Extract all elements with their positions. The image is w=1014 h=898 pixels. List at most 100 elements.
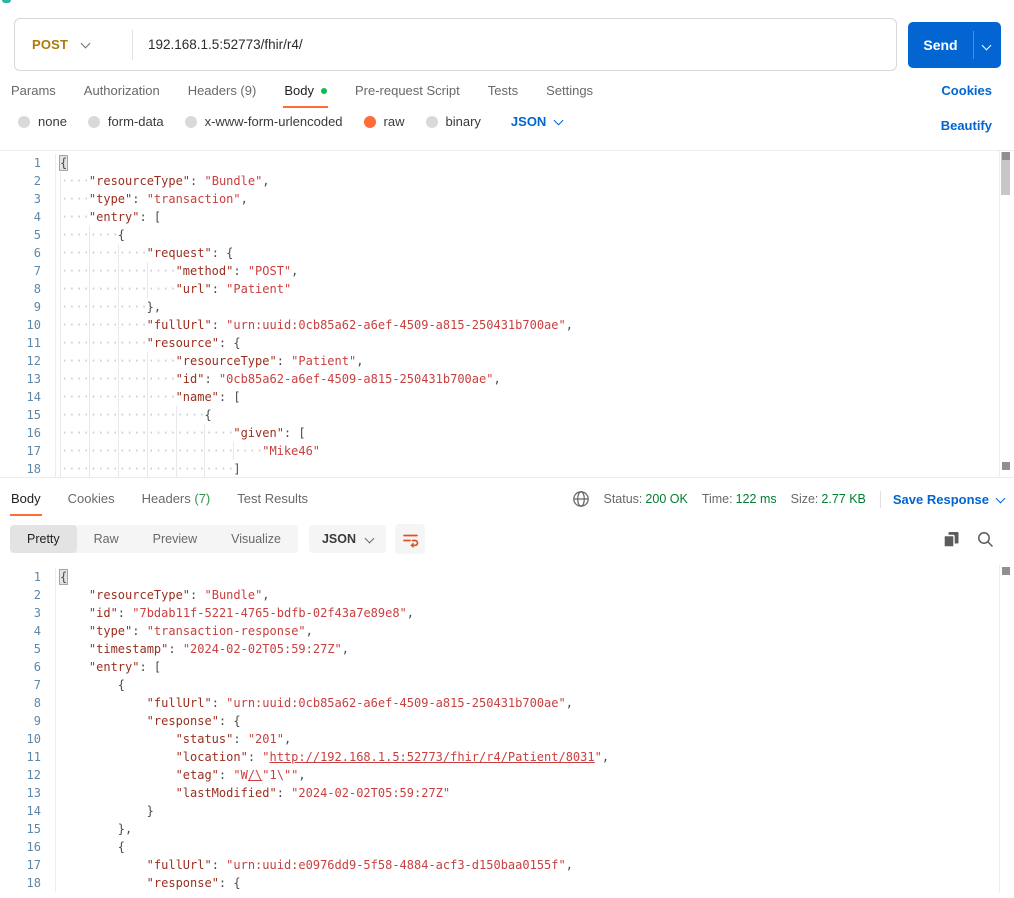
response-tab-test-results[interactable]: Test Results (236, 489, 309, 516)
code-token: "Patient" (226, 282, 292, 296)
line-number: 18 (0, 460, 56, 477)
tab-count: (7) (190, 491, 211, 506)
save-response-button[interactable]: Save Response (893, 492, 1006, 507)
line-number: 7 (0, 676, 56, 694)
response-link[interactable]: http://192.168.1.5:52773/fhir/r4/Patient… (270, 750, 595, 764)
code-token: { (58, 569, 69, 585)
tab-label: Authorization (83, 83, 160, 98)
code-token: "fullUrl" (146, 318, 212, 332)
code-token: "request" (146, 246, 212, 260)
response-editor-scrollbar[interactable] (999, 565, 1011, 893)
code-token: "POST" (247, 264, 292, 278)
code-token: }, (117, 822, 133, 836)
code-token: "name" (175, 390, 219, 404)
tab-authorization[interactable]: Authorization (83, 81, 161, 108)
response-tab-headers[interactable]: Headers (7) (141, 489, 212, 516)
code-token: "timestamp" (88, 642, 169, 656)
line-number: 8 (0, 280, 56, 298)
indent-guide: ···· (88, 280, 119, 298)
line-number: 2 (0, 586, 56, 604)
method-label: POST (32, 37, 69, 52)
code-token: : (276, 354, 292, 368)
code-token: : (218, 336, 234, 350)
view-tab-preview[interactable]: Preview (136, 525, 214, 553)
line-number: 13 (0, 370, 56, 388)
code-content: "etag": "W/\"1\"", (56, 766, 306, 784)
code-token: : (218, 714, 234, 728)
indent-guide: ···· (88, 316, 119, 334)
globe-icon[interactable] (572, 490, 590, 508)
code-token: : (211, 318, 227, 332)
code-token: { (226, 246, 234, 260)
copy-icon[interactable] (943, 531, 960, 548)
line-number: 9 (0, 298, 56, 316)
method-dropdown[interactable]: POST (15, 37, 130, 52)
url-input[interactable]: 192.168.1.5:52773/fhir/r4/ (135, 37, 303, 52)
response-link[interactable]: /\ (248, 768, 262, 782)
tab-params[interactable]: Params (10, 81, 57, 108)
indent-guide: ···· (88, 424, 119, 442)
line-number: 16 (0, 838, 56, 856)
indent-guide: ···· (88, 460, 119, 477)
response-body-editor[interactable]: 1{2 "resourceType": "Bundle", 3 "id": "7bda… (0, 564, 1014, 898)
code-content: "status": "201", (56, 730, 292, 748)
cookies-link[interactable]: Cookies (941, 83, 992, 98)
code-line: 18 ························] (0, 460, 1014, 477)
view-tab-visualize[interactable]: Visualize (214, 525, 298, 553)
indent-guide: ···· (117, 370, 148, 388)
code-token: : (276, 786, 292, 800)
radio-icon (425, 115, 438, 128)
indent-guide: ···· (60, 460, 90, 477)
line-number: 11 (0, 334, 56, 352)
code-token: , (565, 696, 573, 710)
request-body-editor[interactable]: 1{2 ····"resourceType": "Bundle", 3 ····"ty… (0, 150, 1014, 478)
response-meta: Status: 200 OK Time: 122 ms Size: 2.77 KB S… (572, 490, 1006, 508)
code-content: ············"fullUrl": "urn:uuid:0cb85a6… (56, 316, 573, 334)
request-format-dropdown[interactable]: JSON (511, 114, 564, 129)
code-line: 16 ························"given": [ (0, 424, 1014, 442)
search-icon[interactable] (977, 531, 994, 548)
code-content: ············}, (56, 298, 161, 316)
code-token: "urn:uuid:0cb85a62-a6ef-4509-a815-250431… (226, 318, 566, 332)
code-token: { (233, 714, 241, 728)
body-mode-binary[interactable]: binary (425, 114, 481, 129)
tab-tests[interactable]: Tests (487, 81, 519, 108)
code-token: "Bundle" (204, 588, 263, 602)
code-token: "resourceType" (88, 174, 191, 188)
code-token: "id" (175, 372, 205, 386)
send-dropdown-icon[interactable] (981, 40, 992, 50)
send-button[interactable]: Send (908, 22, 1001, 68)
code-content: "id": "7bdab11f-5221-4765-bdfb-02f43a7e8… (56, 604, 414, 622)
body-mode-form-data[interactable]: form-data (87, 114, 164, 129)
body-mode-none[interactable]: none (18, 114, 67, 129)
indent-guide: ···· (117, 316, 148, 334)
tab-pre-request-script[interactable]: Pre-request Script (354, 81, 461, 108)
response-format-dropdown[interactable]: JSON (308, 525, 386, 553)
body-mode-raw[interactable]: raw (363, 114, 405, 129)
tab-label: Cookies (67, 491, 115, 506)
tab-headers-9[interactable]: Headers (9) (187, 81, 258, 108)
response-tab-cookies[interactable]: Cookies (67, 489, 116, 516)
response-tabs: Body Cookies Headers (7) Test Results (10, 489, 309, 516)
body-mode-row: none form-data x-www-form-urlencoded raw bin… (18, 114, 564, 129)
line-number: 17 (0, 856, 56, 874)
request-editor-scrollbar[interactable] (999, 151, 1011, 477)
body-mode-x-www-form-urlencoded[interactable]: x-www-form-urlencoded (184, 114, 343, 129)
code-token: "0cb85a62-a6ef-4509-a815-250431b700ae" (218, 372, 494, 386)
tab-body[interactable]: Body (283, 81, 328, 108)
code-token: , (262, 174, 270, 188)
tab-settings[interactable]: Settings (545, 81, 594, 108)
code-token: { (233, 336, 241, 350)
indent-guide: ···· (204, 424, 235, 442)
size-value: 2.77 KB (821, 492, 866, 506)
beautify-link[interactable]: Beautify (941, 118, 992, 133)
view-tab-raw[interactable]: Raw (77, 525, 136, 553)
indent-guide: ···· (146, 352, 177, 370)
code-line: 2 ····"resourceType": "Bundle", (0, 172, 1014, 190)
status-label: Status: (603, 492, 643, 506)
response-tab-body[interactable]: Body (10, 489, 42, 516)
line-number: 12 (0, 352, 56, 370)
view-tab-pretty[interactable]: Pretty (10, 525, 77, 553)
wrap-text-button[interactable] (395, 524, 425, 554)
line-number: 3 (0, 190, 56, 208)
